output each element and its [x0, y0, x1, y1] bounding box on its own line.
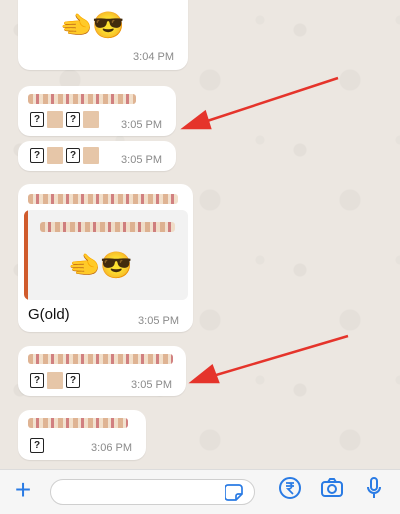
mic-icon[interactable]	[360, 474, 388, 502]
arrow-icon	[188, 334, 349, 384]
annotation-arrows	[180, 76, 349, 384]
camera-icon[interactable]	[318, 474, 346, 502]
chat-area: 🫲😎 3:04 PM ? ? 3:05 PM ? ? 3:05 PM 🫲😎 G(…	[0, 0, 400, 469]
arrow-icon	[180, 76, 339, 130]
plus-icon[interactable]: +	[12, 476, 34, 504]
rupee-icon[interactable]	[276, 474, 304, 502]
sticker-icon[interactable]	[225, 483, 245, 501]
